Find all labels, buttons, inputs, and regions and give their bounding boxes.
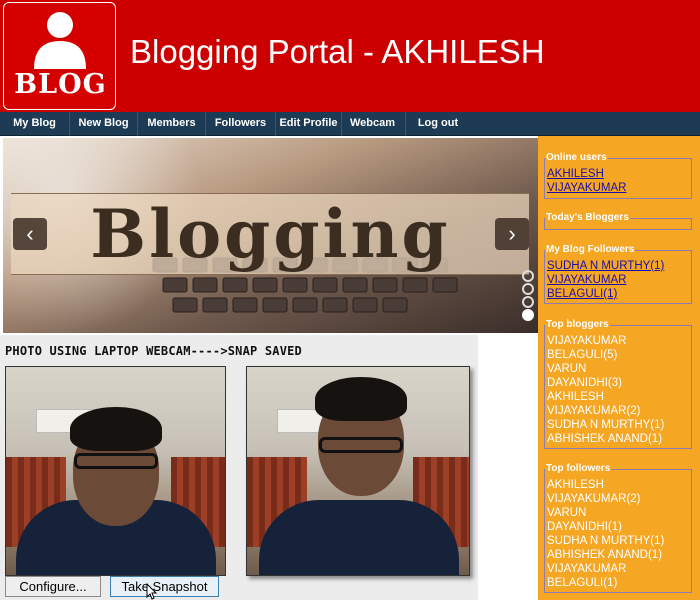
list-item: DAYANIDHI(3) bbox=[547, 377, 622, 389]
site-header: BLOG Blogging Portal - AKHILESH bbox=[0, 0, 700, 112]
slider-pagination bbox=[522, 270, 538, 322]
sidebar: Online users AKHILESH VIJAYAKUMAR Today'… bbox=[538, 136, 700, 600]
list-item: VIJAYAKUMAR(2) bbox=[547, 493, 641, 505]
follower-link[interactable]: SUDHA N MURTHY(1) bbox=[547, 259, 689, 273]
online-user-link[interactable]: VIJAYAKUMAR bbox=[547, 181, 689, 195]
banner-title: Blogging bbox=[90, 195, 451, 273]
webcam-live-feed bbox=[5, 366, 226, 576]
image-slider: Blogging ‹ › bbox=[3, 138, 538, 333]
logo-text: BLOG bbox=[14, 69, 107, 100]
list-item: AKHILESH bbox=[547, 479, 604, 491]
blog-logo[interactable]: BLOG bbox=[3, 2, 116, 110]
list-item: ABHISHEK ANAND(1) bbox=[547, 433, 663, 445]
slider-dot-2[interactable] bbox=[522, 283, 534, 295]
top-bloggers-widget: Top bloggers VIJAYAKUMAR BELAGULI(5) VAR… bbox=[544, 319, 692, 449]
webcam-heading: PHOTO USING LAPTOP WEBCAM---->SNAP SAVED bbox=[5, 344, 302, 358]
configure-button[interactable]: Configure... bbox=[5, 576, 101, 597]
follower-link[interactable]: BELAGULI(1) bbox=[547, 287, 689, 301]
slider-dot-4[interactable] bbox=[522, 309, 534, 321]
top-bloggers-title: Top bloggers bbox=[545, 319, 610, 331]
person-icon bbox=[34, 12, 86, 69]
blog-followers-widget: My Blog Followers SUDHA N MURTHY(1) VIJA… bbox=[544, 244, 692, 304]
slider-next-button[interactable]: › bbox=[495, 218, 529, 250]
top-followers-widget: Top followers AKHILESH VIJAYAKUMAR(2) VA… bbox=[544, 463, 692, 593]
take-snapshot-button[interactable]: Take Snapshot bbox=[110, 576, 219, 597]
list-item: SUDHA N MURTHY(1) bbox=[547, 535, 665, 547]
chevron-left-icon: ‹ bbox=[26, 221, 34, 246]
todays-bloggers-widget: Today's Bloggers bbox=[544, 212, 692, 230]
list-item: VIJAYAKUMAR bbox=[547, 563, 627, 575]
list-item: VARUN bbox=[547, 507, 587, 519]
main-nav: My Blog New Blog Members Followers Edit … bbox=[0, 112, 700, 136]
follower-link[interactable]: VIJAYAKUMAR bbox=[547, 273, 689, 287]
online-users-title: Online users bbox=[545, 152, 608, 164]
mouse-cursor-icon bbox=[146, 583, 158, 600]
nav-members[interactable]: Members bbox=[138, 112, 206, 136]
slider-dot-1[interactable] bbox=[522, 270, 534, 282]
todays-bloggers-title: Today's Bloggers bbox=[545, 212, 630, 224]
nav-log-out[interactable]: Log out bbox=[406, 112, 470, 136]
top-followers-title: Top followers bbox=[545, 463, 612, 475]
nav-new-blog[interactable]: New Blog bbox=[70, 112, 138, 136]
list-item: DAYANIDHI(1) bbox=[547, 521, 622, 533]
online-users-widget: Online users AKHILESH VIJAYAKUMAR bbox=[544, 152, 692, 199]
site-title: Blogging Portal - AKHILESH bbox=[130, 33, 545, 70]
list-item: VARUN bbox=[547, 363, 587, 375]
nav-my-blog[interactable]: My Blog bbox=[0, 112, 70, 136]
slider-prev-button[interactable]: ‹ bbox=[13, 218, 47, 250]
slider-dot-3[interactable] bbox=[522, 296, 534, 308]
list-item: BELAGULI(1) bbox=[547, 577, 618, 589]
blog-followers-title: My Blog Followers bbox=[545, 244, 636, 256]
list-item: AKHILESH bbox=[547, 391, 604, 403]
list-item: BELAGULI(5) bbox=[547, 349, 618, 361]
online-user-link[interactable]: AKHILESH bbox=[547, 167, 689, 181]
list-item: VIJAYAKUMAR bbox=[547, 335, 627, 347]
chevron-right-icon: › bbox=[508, 221, 516, 246]
webcam-snapshot bbox=[246, 366, 470, 576]
nav-webcam[interactable]: Webcam bbox=[340, 112, 406, 136]
nav-edit-profile[interactable]: Edit Profile bbox=[276, 112, 342, 136]
list-item: SUDHA N MURTHY(1) bbox=[547, 419, 665, 431]
list-item: VIJAYAKUMAR(2) bbox=[547, 405, 641, 417]
nav-followers[interactable]: Followers bbox=[206, 112, 276, 136]
list-item: ABHISHEK ANAND(1) bbox=[547, 549, 663, 561]
